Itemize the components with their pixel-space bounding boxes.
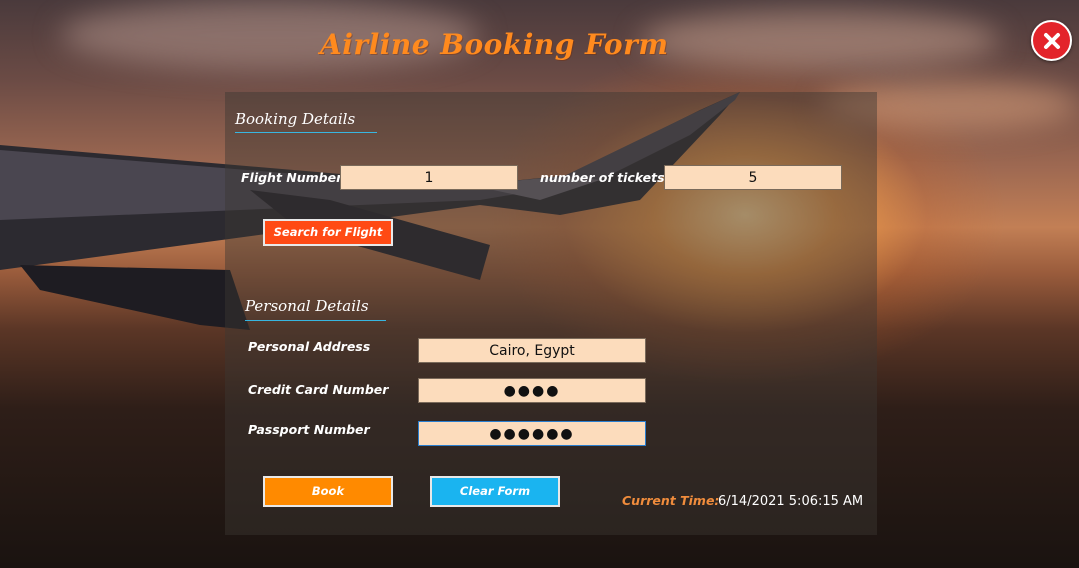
flight-number-label: Flight Number: [241, 170, 343, 185]
window-title: Airline Booking Form: [320, 28, 669, 61]
credit-card-input[interactable]: ●●●●: [418, 378, 646, 403]
passport-input[interactable]: ●●●●●●: [418, 421, 646, 446]
booking-details-heading: Booking Details: [235, 110, 356, 128]
close-x-icon: [1043, 32, 1060, 49]
close-button[interactable]: [1031, 20, 1072, 61]
credit-card-label: Credit Card Number: [248, 382, 389, 397]
address-input[interactable]: Cairo, Egypt: [418, 338, 646, 363]
personal-details-underline: [245, 320, 386, 321]
tickets-input[interactable]: 5: [664, 165, 842, 190]
address-label: Personal Address: [248, 339, 371, 354]
tickets-label: number of tickets: [540, 170, 665, 185]
flight-number-input[interactable]: 1: [340, 165, 518, 190]
current-time-value: 6/14/2021 5:06:15 AM: [718, 494, 864, 509]
clear-form-button[interactable]: Clear Form: [430, 476, 560, 507]
booking-details-underline: [235, 132, 377, 133]
personal-details-heading: Personal Details: [245, 297, 369, 315]
current-time-label: Current Time:: [622, 493, 720, 508]
search-flight-button[interactable]: Search for Flight: [263, 219, 393, 246]
passport-label: Passport Number: [248, 422, 370, 437]
book-button[interactable]: Book: [263, 476, 393, 507]
